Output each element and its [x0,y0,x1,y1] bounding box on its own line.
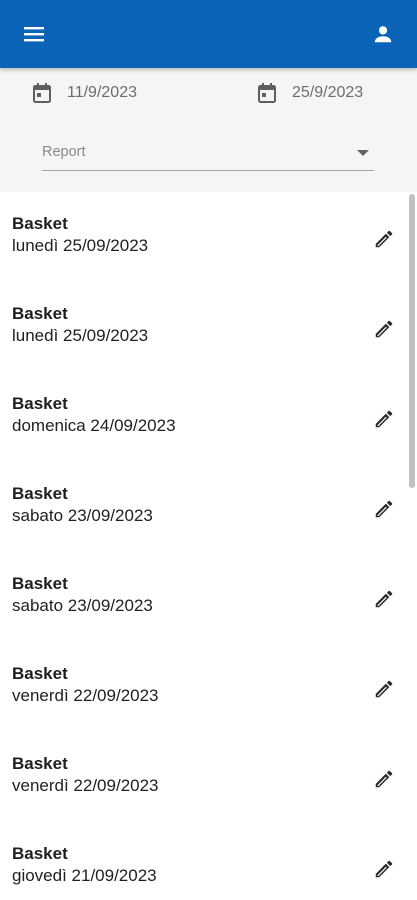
start-date-field[interactable]: 11/9/2023 [31,80,137,106]
item-date: domenica 24/09/2023 [12,416,176,435]
list-item[interactable]: Basket sabato 23/09/2023 [0,462,417,552]
edit-button[interactable] [371,856,397,882]
item-title: Basket [12,394,68,413]
item-date: sabato 23/09/2023 [12,596,153,615]
item-title: Basket [12,664,68,683]
start-date-value: 11/9/2023 [67,84,137,101]
list-item[interactable]: Basket lunedì 25/09/2023 [0,192,417,282]
menu-icon [24,27,44,42]
end-date-value: 25/9/2023 [292,84,364,101]
report-select[interactable]: Report [42,138,374,171]
pencil-icon [375,770,393,788]
scrollbar-thumb[interactable] [409,194,415,488]
edit-button[interactable] [371,496,397,522]
item-title: Basket [12,844,68,863]
menu-button[interactable] [16,16,52,52]
item-date: venerdì 22/09/2023 [12,686,159,705]
item-title: Basket [12,754,68,773]
pencil-icon [375,590,393,608]
edit-button[interactable] [371,766,397,792]
app-bar [0,0,417,68]
item-date: venerdì 22/09/2023 [12,776,159,795]
list-item[interactable]: Basket venerdì 22/09/2023 [0,642,417,732]
activity-list: Basket lunedì 25/09/2023 Basket lunedì 2… [0,192,417,900]
pencil-icon [375,500,393,518]
pencil-icon [375,230,393,248]
edit-button[interactable] [371,226,397,252]
edit-button[interactable] [371,316,397,342]
account-button[interactable] [365,16,401,52]
report-select-label: Report [42,144,86,160]
list-item[interactable]: Basket sabato 23/09/2023 [0,552,417,642]
item-date: giovedì 21/09/2023 [12,866,157,885]
item-title: Basket [12,484,68,503]
item-date: sabato 23/09/2023 [12,506,153,525]
list-item[interactable]: Basket domenica 24/09/2023 [0,372,417,462]
item-title: Basket [12,214,68,233]
end-date-field[interactable]: 25/9/2023 [256,80,363,106]
edit-button[interactable] [371,586,397,612]
filter-panel: 11/9/2023 25/9/2023 Report [0,68,417,192]
edit-button[interactable] [371,676,397,702]
item-date: lunedì 25/09/2023 [12,236,149,255]
dropdown-arrow-icon [357,150,369,156]
pencil-icon [375,320,393,338]
account-icon [374,26,392,43]
item-title: Basket [12,304,68,323]
calendar-icon [256,82,278,104]
edit-button[interactable] [371,406,397,432]
pencil-icon [375,410,393,428]
calendar-icon [31,82,53,104]
list-item[interactable]: Basket giovedì 21/09/2023 [0,822,417,900]
list-item[interactable]: Basket lunedì 25/09/2023 [0,282,417,372]
pencil-icon [375,680,393,698]
item-title: Basket [12,574,68,593]
pencil-icon [375,860,393,878]
list-item[interactable]: Basket venerdì 22/09/2023 [0,732,417,822]
item-date: lunedì 25/09/2023 [12,326,149,345]
